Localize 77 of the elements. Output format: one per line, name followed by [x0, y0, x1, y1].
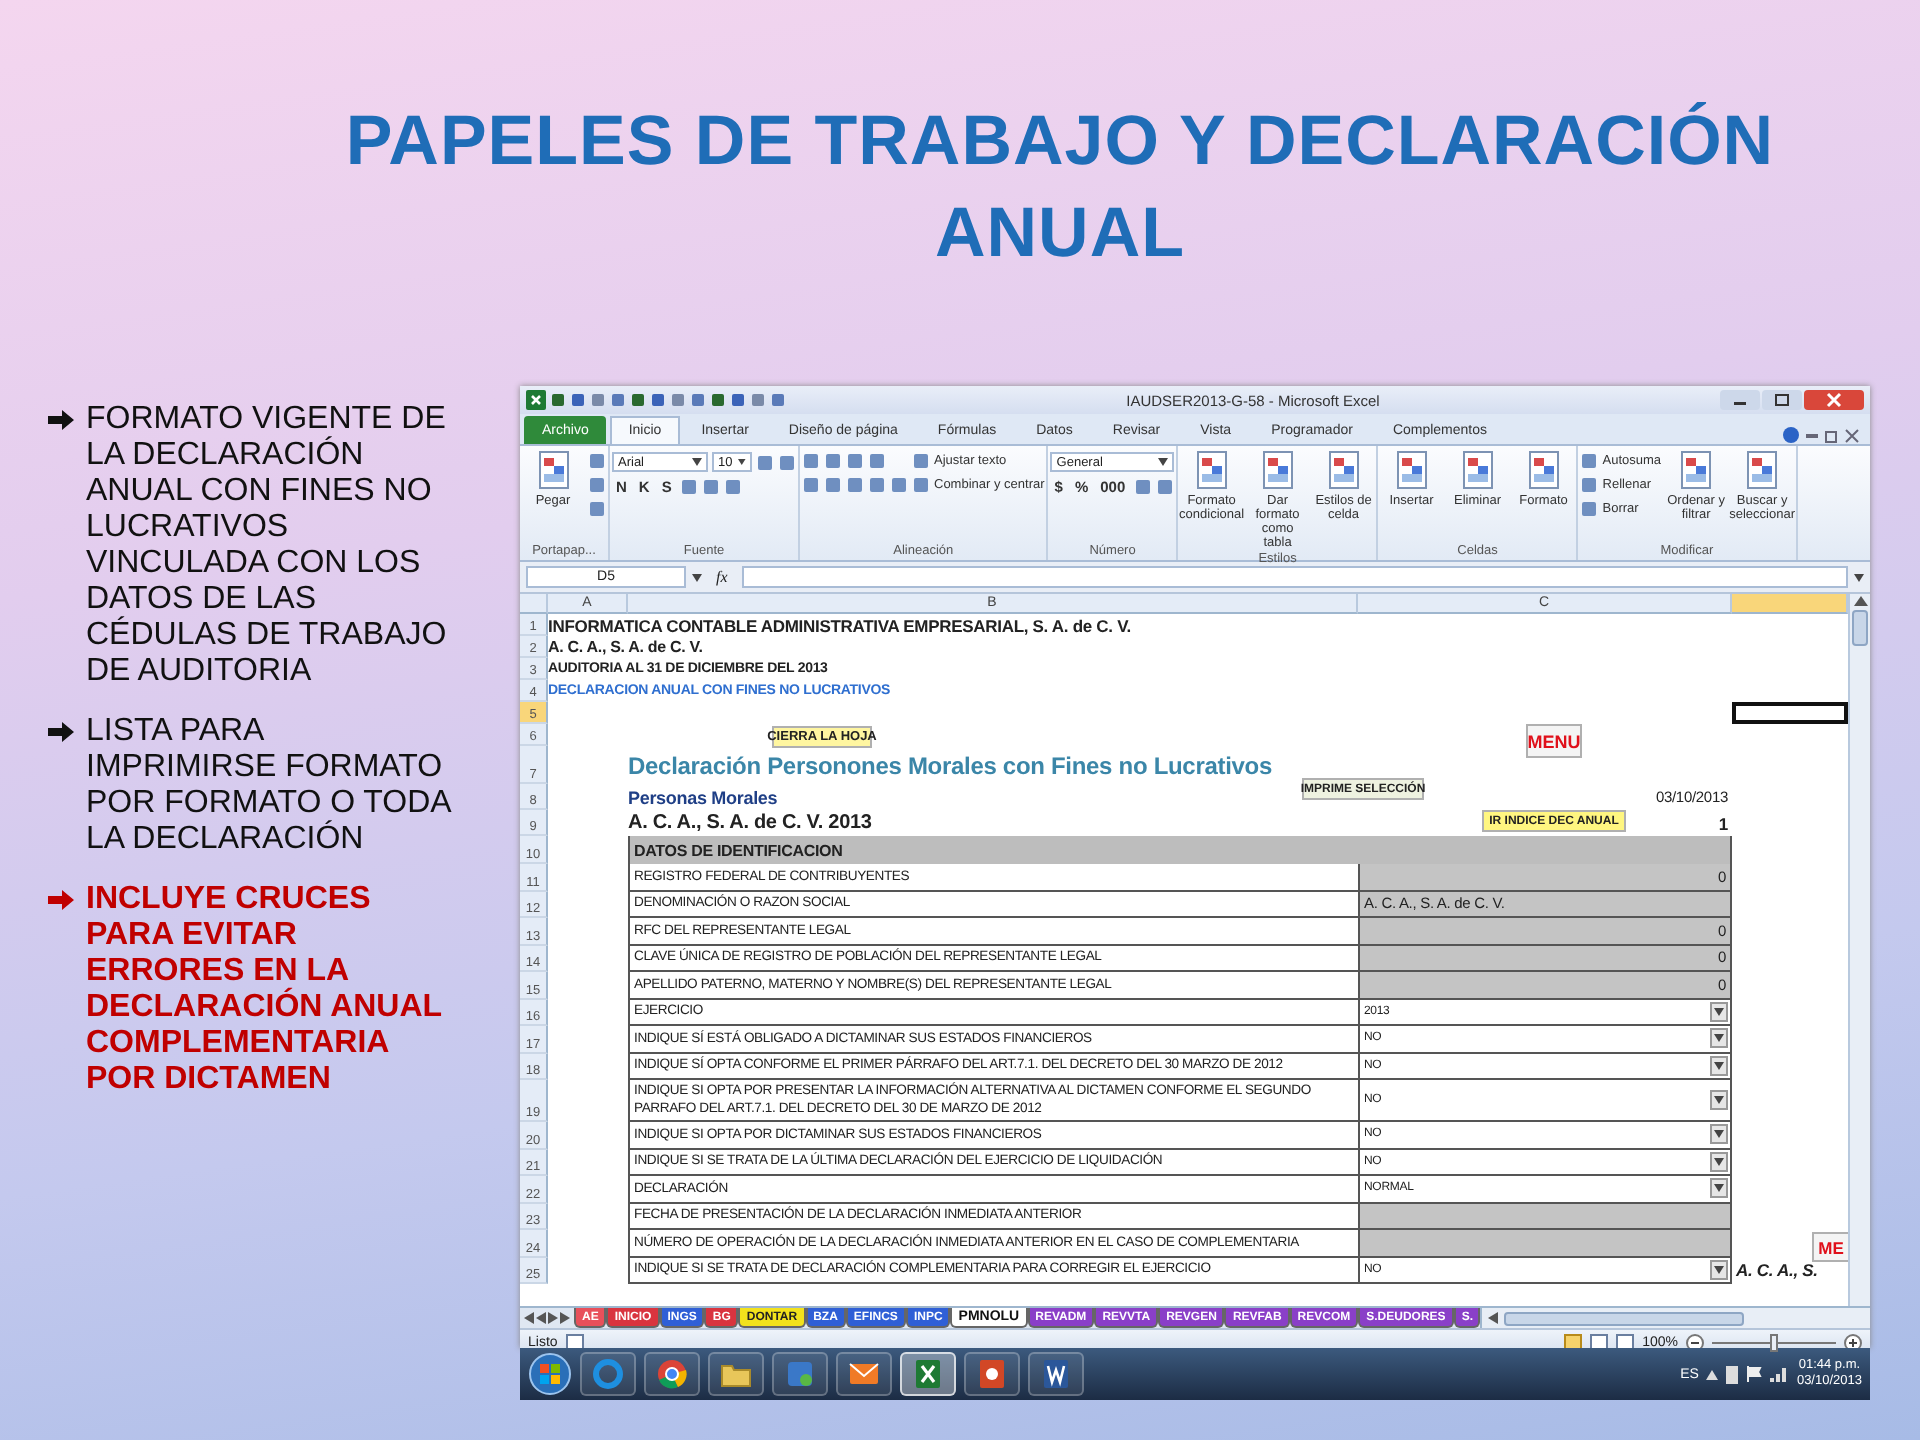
- zoom-slider-thumb[interactable]: [1770, 1333, 1778, 1351]
- envelope-icon: [848, 1358, 880, 1390]
- maximize-icon[interactable]: [1762, 390, 1802, 410]
- ribbon-icon: [1744, 450, 1781, 490]
- ribbon-icon: [1525, 450, 1562, 490]
- spreadsheet-app-icon: [912, 1358, 944, 1390]
- start-button-icon[interactable]: [528, 1352, 572, 1396]
- slide-title: PAPELES DE TRABAJO Y DECLARACIÓN ANUAL: [343, 100, 1777, 276]
- signal-icon[interactable]: [1770, 1366, 1789, 1382]
- ribbon-icon: [1259, 450, 1296, 490]
- ribbon-icon: [1459, 450, 1496, 490]
- bullet-text: FORMATO VIGENTE DE LA DECLARACIÓN ANUAL CON FINES NO LUCRATIVOS VINCULADA CON LOS DATOS DE LAS CÉDULAS DE TRABAJO DE AUDITORIA: [86, 402, 449, 690]
- presentation-app-icon: [976, 1358, 1008, 1390]
- section-header: DATOS DE IDENTIFICACION: [628, 836, 1732, 864]
- ribbon-icon: [535, 450, 571, 490]
- close-icon[interactable]: [1804, 390, 1864, 410]
- cell-text: INFORMATICA CONTABLE ADMINISTRATIVA EMPRESARIAL, S. A. de C. V.: [548, 614, 1134, 636]
- normal-view-icon[interactable]: [1564, 1334, 1583, 1350]
- active-cell[interactable]: [1732, 702, 1848, 724]
- taskbar-button[interactable]: [708, 1352, 764, 1396]
- function-label: fx: [714, 568, 730, 586]
- chat-app-icon: [784, 1358, 816, 1390]
- minimize-icon[interactable]: [1720, 390, 1760, 410]
- browser-icon: [592, 1358, 624, 1390]
- taskbar-button[interactable]: [964, 1352, 1020, 1396]
- taskbar-button[interactable]: [644, 1352, 700, 1396]
- scrollbar-thumb[interactable]: [1504, 1311, 1745, 1325]
- dropdown-arrow-icon: [1714, 1265, 1724, 1274]
- help-icon[interactable]: [1782, 426, 1800, 444]
- dropdown-arrow-icon: [1854, 573, 1864, 581]
- close-icon[interactable]: [1844, 428, 1860, 444]
- spreadsheet-app-icon: [526, 390, 546, 410]
- dropdown-arrow-icon: [1158, 458, 1169, 466]
- cell-text: A. C. A., S. A. de C. V.: [548, 636, 705, 658]
- page-break-icon[interactable]: [1616, 1334, 1635, 1350]
- dropdown-arrow-icon: [1714, 1007, 1724, 1016]
- cell-text: 1: [1718, 813, 1728, 833]
- browser-icon: [656, 1358, 688, 1390]
- sheet-button[interactable]: ME: [1812, 1232, 1848, 1262]
- dropdown-arrow-icon: [1714, 1157, 1724, 1166]
- cell-text: A. C. A., S. A. de C. V. 2013: [628, 812, 872, 834]
- tray-arrow-icon[interactable]: [1706, 1369, 1719, 1379]
- flag-icon[interactable]: [1746, 1366, 1763, 1382]
- arrow-bullet-icon: [48, 722, 74, 742]
- dropdown-arrow-icon: [1714, 1096, 1724, 1104]
- taskbar-button[interactable]: [1028, 1352, 1084, 1396]
- cell-text: Personas Morales: [628, 787, 778, 807]
- sheet-button[interactable]: MENU: [1526, 724, 1582, 758]
- ribbon-icon: [1193, 450, 1230, 490]
- minimize-ribbon-icon[interactable]: [1804, 428, 1820, 444]
- tray-device-icon[interactable]: [1726, 1365, 1739, 1383]
- taskbar-button[interactable]: [772, 1352, 828, 1396]
- dropdown-arrow-icon: [738, 458, 746, 466]
- page-layout-icon[interactable]: [1590, 1334, 1609, 1350]
- dropdown-arrow-icon: [692, 458, 702, 466]
- taskbar-button[interactable]: [836, 1352, 892, 1396]
- dropdown-arrow-icon: [692, 573, 702, 581]
- dropdown-arrow-icon: [1714, 1034, 1724, 1043]
- formula-input[interactable]: [741, 566, 1848, 588]
- ribbon-icon: [1325, 450, 1362, 490]
- restore-icon[interactable]: [1824, 428, 1840, 444]
- bullet-text: LISTA PARA IMPRIMIRSE FORMATO POR FORMATO O TODA LA DECLARACIÓN: [86, 714, 454, 858]
- dropdown-arrow-icon: [1714, 1130, 1724, 1139]
- document-app-icon: [1040, 1358, 1072, 1390]
- bullet-text: INCLUYE CRUCES PARA EVITAR ERRORES EN LA DECLARACIÓN ANUAL COMPLEMENTARIA POR DICTAMEN: [86, 882, 444, 1098]
- scrollbar-thumb[interactable]: [1852, 610, 1868, 646]
- sheet-title: Declaración Personones Morales con Fines no Lucrativos: [628, 749, 1274, 783]
- ribbon-icon: [1393, 450, 1430, 490]
- dropdown-arrow-icon: [1714, 1184, 1724, 1193]
- scroll-left-icon[interactable]: [1488, 1312, 1499, 1324]
- macro-record-icon: [565, 1334, 584, 1350]
- ribbon-icon: [1678, 450, 1715, 490]
- cell-text: A. C. A., S.: [1734, 1258, 1820, 1284]
- arrow-bullet-icon: [48, 890, 74, 910]
- dropdown-arrow-icon: [1714, 1061, 1724, 1070]
- arrow-bullet-icon: [48, 410, 74, 430]
- taskbar-button[interactable]: [900, 1352, 956, 1396]
